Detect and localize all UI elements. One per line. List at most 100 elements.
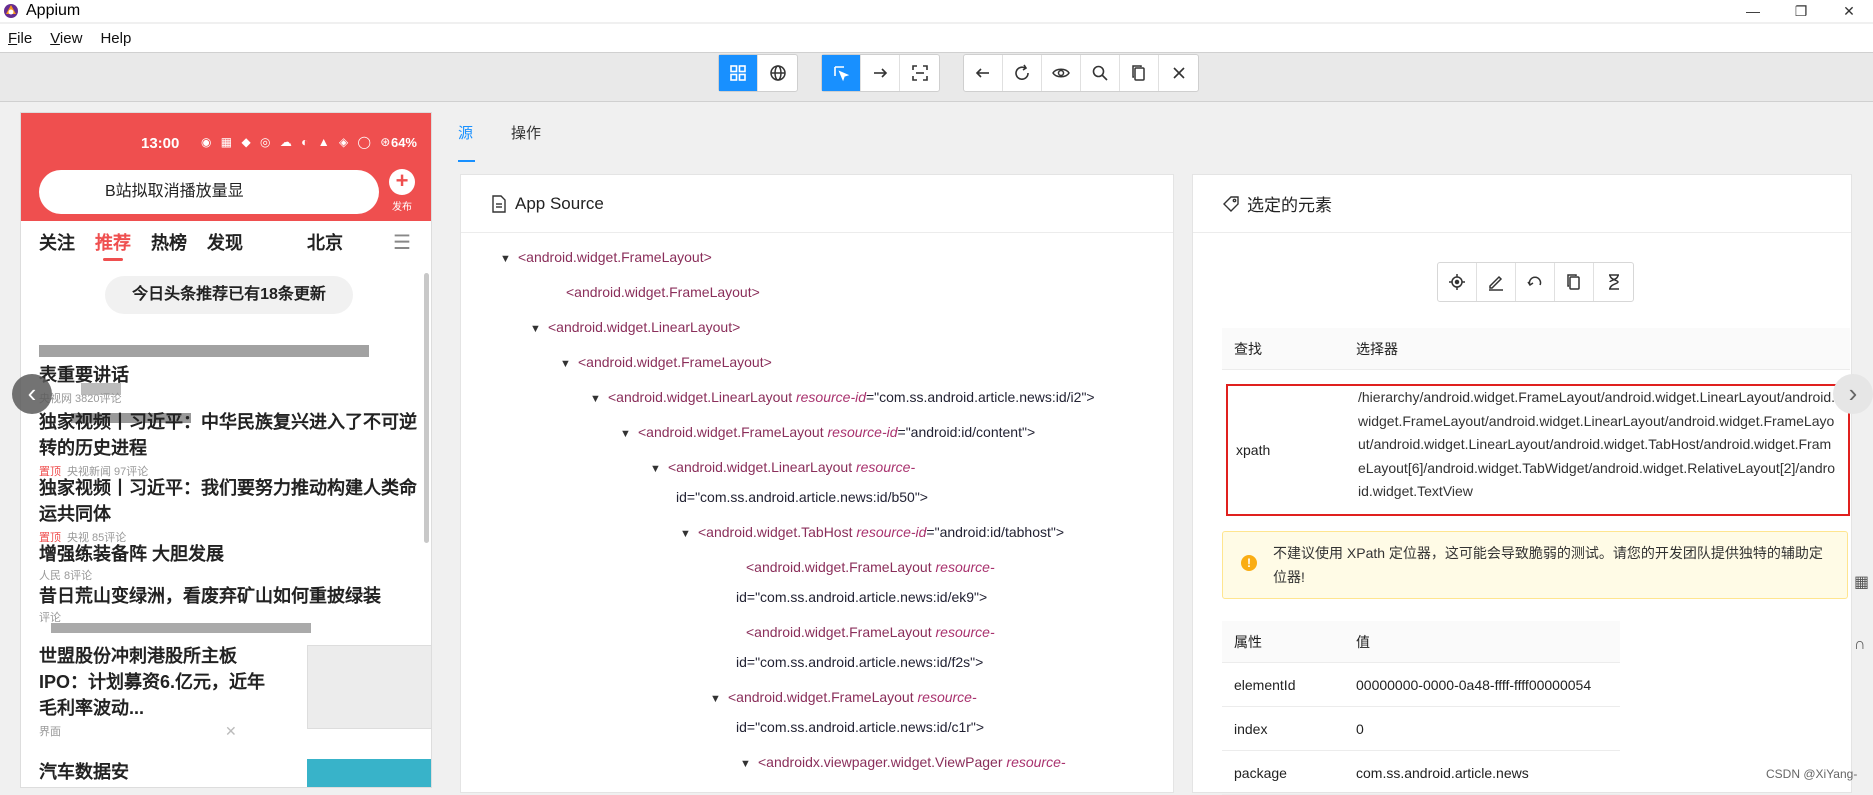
menu-hamburger-icon[interactable]: ☰	[393, 230, 411, 255]
plus-icon: +	[389, 169, 415, 195]
app-source-header: App Source	[461, 175, 1173, 233]
tree-node[interactable]: ▼ <android.widget.LinearLayout>	[530, 315, 740, 341]
news-title[interactable]: 独家视频丨习近平：中华民族复兴进入了不可逆转的历史进程	[39, 409, 419, 461]
select-element-button[interactable]	[822, 55, 861, 91]
get-timing-button[interactable]	[1594, 263, 1633, 301]
feed-tabs: 关注 推荐 热榜 发现 北京	[21, 221, 431, 263]
caret-down-icon[interactable]: ▼	[530, 317, 548, 341]
status-time: 13:00	[141, 135, 180, 152]
previous-arrow-icon[interactable]: ‹	[12, 374, 52, 414]
tree-node[interactable]: ▼ <android.widget.LinearLayout resource-	[650, 455, 915, 481]
toggle-visibility-button[interactable]	[1042, 55, 1081, 91]
selected-element-title: 选定的元素	[1247, 196, 1332, 215]
feed-tab-discover[interactable]: 发现	[207, 229, 243, 255]
caret-down-icon[interactable]: ▼	[560, 352, 578, 376]
selected-element-header: 选定的元素	[1193, 175, 1851, 233]
dismiss-icon[interactable]: ✕	[225, 723, 237, 740]
feed-tab-hot[interactable]: 热榜	[151, 229, 187, 255]
tab-actions[interactable]: 操作	[511, 122, 541, 152]
news-title[interactable]: 汽车数据安	[39, 759, 279, 785]
copy-attributes-button[interactable]	[1555, 263, 1594, 301]
menu-view[interactable]: View	[50, 30, 82, 47]
phone-scrollbar[interactable]	[424, 273, 429, 543]
feed-tab-city[interactable]: 北京	[307, 229, 343, 255]
app-source-title: App Source	[515, 193, 604, 213]
next-arrow-icon[interactable]: ›	[1833, 374, 1873, 414]
attribute-name: package	[1234, 764, 1287, 781]
watermark: CSDN @XiYang-	[1766, 767, 1858, 781]
hourglass-icon	[1608, 274, 1619, 290]
caret-down-icon[interactable]: ▼	[620, 422, 638, 446]
tree-node[interactable]: ▼ <androidx.viewpager.widget.ViewPager re…	[740, 750, 1066, 776]
warning-icon: !	[1241, 555, 1257, 571]
feed-tab-follow[interactable]: 关注	[39, 229, 75, 255]
caret-down-icon[interactable]: ▼	[740, 752, 758, 776]
quit-session-button[interactable]	[1159, 55, 1198, 91]
maximize-button[interactable]: ❐	[1777, 0, 1825, 22]
tree-node[interactable]: ▼ <android.widget.FrameLayout>	[500, 245, 712, 271]
news-title[interactable]: 增强练装备阵 大胆发展	[39, 541, 419, 567]
eye-icon	[1052, 68, 1070, 78]
swipe-button[interactable]	[861, 55, 900, 91]
tap-element-button[interactable]	[1438, 263, 1477, 301]
tab-source[interactable]: 源	[458, 122, 476, 162]
tree-node[interactable]: ▼ <android.widget.LinearLayout resource-i…	[590, 385, 1095, 411]
inspector-tabs: 源 操作	[458, 122, 579, 162]
minimize-button[interactable]: —	[1729, 0, 1777, 22]
phone-search-box[interactable]: B站拟取消播放量显	[39, 170, 379, 214]
caret-down-icon[interactable]: ▼	[650, 457, 668, 481]
tree-node[interactable]: ▼ <android.widget.FrameLayout>	[560, 350, 772, 376]
crosshair-icon	[1449, 274, 1465, 290]
warning-text: 不建议使用 XPath 定位器，这可能会导致脆弱的测试。请您的开发团队提供独特的…	[1273, 545, 1823, 585]
tree-node[interactable]: <android.widget.FrameLayout resource-	[728, 620, 995, 644]
menu-file[interactable]: File	[8, 30, 32, 47]
tree-node[interactable]: ▼ <android.widget.FrameLayout resource-id…	[620, 420, 1035, 446]
news-title[interactable]: 表重要讲话	[39, 362, 419, 388]
copy-icon	[1567, 274, 1580, 290]
news-thumbnail	[307, 645, 431, 729]
close-icon	[1172, 67, 1185, 79]
back-button[interactable]	[964, 55, 1003, 91]
xpath-value[interactable]: /hierarchy/android.widget.FrameLayout/an…	[1358, 386, 1838, 504]
caret-down-icon[interactable]: ▼	[590, 387, 608, 411]
device-screenshot[interactable]: 13:00 ◉ ▦ ◆ ◎ ☁ ◐ ▲ ◈ ◯ ⊛ 64% B站拟取消播放量显 …	[20, 112, 432, 788]
tree-node[interactable]: <android.widget.FrameLayout resource-	[728, 555, 995, 579]
attribute-value: 00000000-0000-0a48-ffff-ffff00000054	[1356, 676, 1592, 693]
grid-small-icon[interactable]: ▦	[1854, 572, 1873, 602]
tree-node-continuation: id="com.ss.android.article.news:id/c1r">	[736, 719, 985, 735]
close-window-button[interactable]: ✕	[1825, 0, 1873, 22]
attribute-value: com.ss.android.article.news	[1356, 764, 1529, 781]
caret-down-icon[interactable]: ▼	[500, 247, 518, 271]
tree-node[interactable]: ▼ <android.widget.FrameLayout resource-	[710, 685, 977, 711]
tree-node[interactable]: <android.widget.FrameLayout>	[548, 280, 760, 304]
tree-node[interactable]: ▼ <android.widget.TabHost resource-id="an…	[680, 520, 1064, 546]
grid-icon	[730, 65, 746, 81]
refresh-button[interactable]	[1003, 55, 1042, 91]
attribute-name: elementId	[1234, 676, 1296, 693]
status-icons: ◉ ▦ ◆ ◎ ☁ ◐ ▲ ◈ ◯ ⊛	[201, 135, 394, 149]
search-elements-button[interactable]	[1081, 55, 1120, 91]
publish-button[interactable]: + 发布	[385, 169, 419, 213]
caret-down-icon[interactable]: ▼	[710, 687, 728, 711]
news-title[interactable]: 昔日荒山变绿洲，看废弃矿山如何重披绿装	[39, 583, 419, 609]
interaction-group	[821, 54, 940, 92]
app-source-panel: App Source ▼ <android.widget.FrameLayout>…	[460, 174, 1174, 793]
caret-down-icon[interactable]: ▼	[680, 522, 698, 546]
crop-frame-icon	[911, 65, 928, 81]
tag-icon	[1223, 195, 1239, 212]
headset-icon[interactable]: ∩	[1854, 636, 1873, 666]
news-title[interactable]: 独家视频丨习近平：我们要努力推动构建人类命运共同体	[39, 475, 419, 527]
tap-coordinates-button[interactable]	[900, 55, 939, 91]
xpath-selector-row[interactable]: xpath /hierarchy/android.widget.FrameLay…	[1226, 384, 1850, 516]
feed-tab-recommend[interactable]: 推荐	[95, 229, 131, 261]
select-cursor-icon	[834, 66, 850, 82]
web-mode-button[interactable]	[758, 55, 797, 91]
send-keys-button[interactable]	[1477, 263, 1516, 301]
clear-element-button[interactable]	[1516, 263, 1555, 301]
native-mode-button[interactable]	[719, 55, 758, 91]
copy-xml-button[interactable]	[1120, 55, 1159, 91]
news-title[interactable]: 世盟股份冲刺港股所主板IPO：计划募资6.亿元，近年毛利率波动...	[39, 643, 279, 721]
file-icon	[492, 194, 506, 213]
menu-help[interactable]: Help	[100, 30, 131, 47]
pixelated-area	[39, 345, 369, 357]
